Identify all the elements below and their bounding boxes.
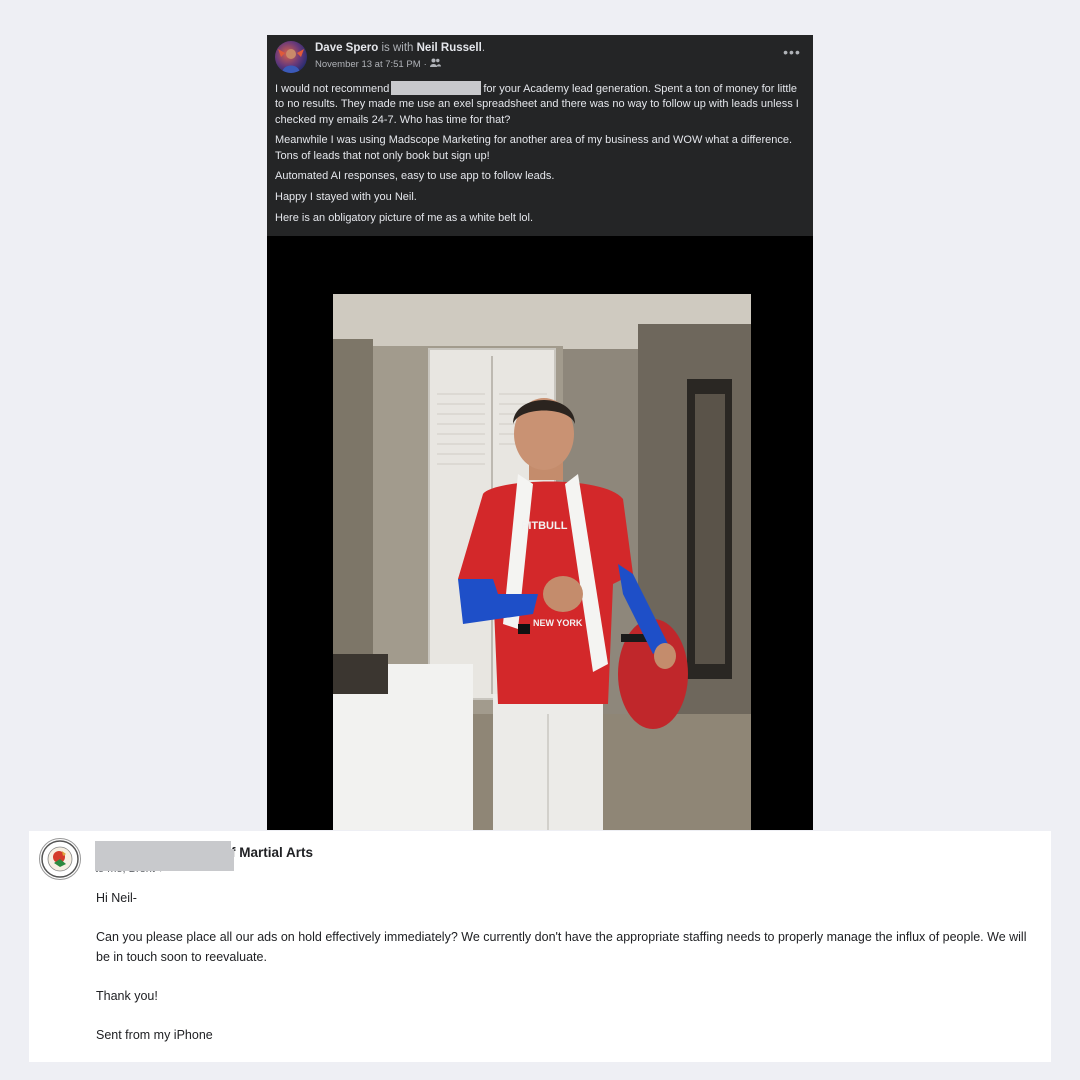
post-paragraph-2: Meanwhile I was using Madscope Marketing… xyxy=(275,134,793,162)
tagged-name[interactable]: Neil Russell xyxy=(417,42,482,54)
post-paragraph-3: Automated AI responses, easy to use app … xyxy=(275,170,555,183)
author-avatar[interactable] xyxy=(275,41,307,73)
redaction-overlay xyxy=(95,849,234,871)
more-options-icon[interactable]: ••• xyxy=(783,45,801,63)
post-meta: November 13 at 7:51 PM · xyxy=(315,58,441,70)
author-name[interactable]: Dave Spero xyxy=(315,42,378,54)
post-text: I would not recommend for your Academy le… xyxy=(275,81,803,232)
post-paragraph-5: Here is an obligatory picture of me as a… xyxy=(275,212,534,225)
post-timestamp[interactable]: November 13 at 7:51 PM xyxy=(315,59,421,70)
post-paragraph-4: Happy I stayed with you Neil. xyxy=(275,191,417,204)
post-header: Dave Spero is with Neil Russell. Novembe… xyxy=(267,35,813,75)
paragraph-1-start: I would not recommend xyxy=(275,83,390,95)
sender-logo-icon xyxy=(39,838,81,880)
shirt-text-2: NEW YORK xyxy=(533,618,583,628)
shirt-text-1: PITBULL xyxy=(521,520,568,532)
email-greeting: Hi Neil- xyxy=(96,891,137,905)
meta-separator: · xyxy=(423,58,427,70)
period: . xyxy=(481,42,486,54)
post-photo[interactable]: PITBULL NEW YORK xyxy=(333,294,751,830)
post-paragraph-1: I would not recommend for your Academy le… xyxy=(275,81,803,128)
friends-icon xyxy=(429,58,441,70)
email-thanks: Thank you! xyxy=(96,989,158,1003)
email-card: f Martial Arts to me, Brent ▾ Hi Neil- C… xyxy=(29,831,1051,1062)
post-author-line: Dave Spero is with Neil Russell. xyxy=(315,42,485,54)
facebook-post-card: Dave Spero is with Neil Russell. Novembe… xyxy=(267,35,813,830)
with-text: is with xyxy=(378,42,417,54)
email-message: Can you please place all our ads on hold… xyxy=(96,930,1027,964)
email-body: Hi Neil- Can you please place all our ad… xyxy=(96,888,1041,1064)
email-signature: Sent from my iPhone xyxy=(96,1028,213,1042)
redacted-company-name xyxy=(391,81,482,95)
sender-name-suffix: f Martial Arts xyxy=(231,845,314,860)
post-photo-container: PITBULL NEW YORK xyxy=(267,236,813,830)
email-recipients[interactable]: to me, Brent ▾ xyxy=(95,849,234,875)
